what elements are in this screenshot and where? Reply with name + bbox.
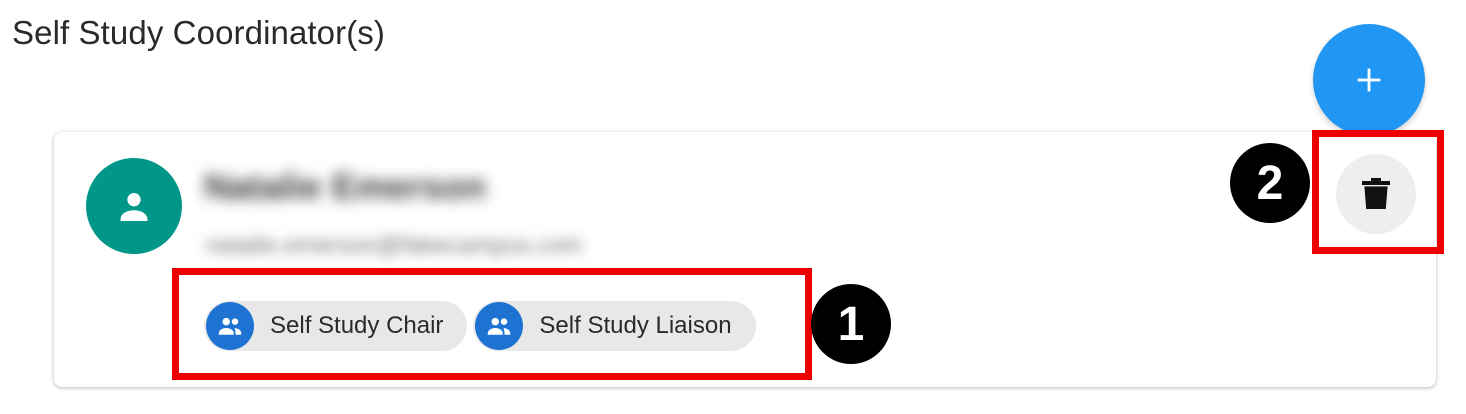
role-chips: Self Study Chair Self Study Liaison: [204, 301, 756, 351]
avatar: [86, 158, 182, 254]
trash-icon: [1362, 178, 1390, 209]
coordinator-email: natalie.emerson@fakecampus.com: [206, 232, 583, 259]
add-coordinator-button[interactable]: [1313, 24, 1425, 136]
delete-coordinator-button[interactable]: [1336, 154, 1416, 234]
person-icon: [120, 193, 148, 222]
role-chip-self-study-chair[interactable]: Self Study Chair: [204, 301, 468, 351]
role-chip-self-study-liaison[interactable]: Self Study Liaison: [473, 301, 756, 351]
section-title: Self Study Coordinator(s): [12, 14, 385, 51]
callout-marker-2: 2: [1230, 143, 1310, 223]
coordinator-name: Natalie Emerson: [204, 166, 487, 207]
coordinators-section: Self Study Coordinator(s) Natalie Emerso…: [0, 0, 1466, 414]
coordinator-card: Natalie Emerson natalie.emerson@fakecamp…: [54, 132, 1436, 387]
plus-icon: [1357, 68, 1381, 92]
group-icon: [206, 302, 254, 350]
role-chip-label: Self Study Chair: [270, 312, 444, 339]
role-chip-label: Self Study Liaison: [539, 312, 732, 339]
callout-marker-1: 1: [811, 284, 891, 364]
group-icon: [475, 302, 524, 350]
